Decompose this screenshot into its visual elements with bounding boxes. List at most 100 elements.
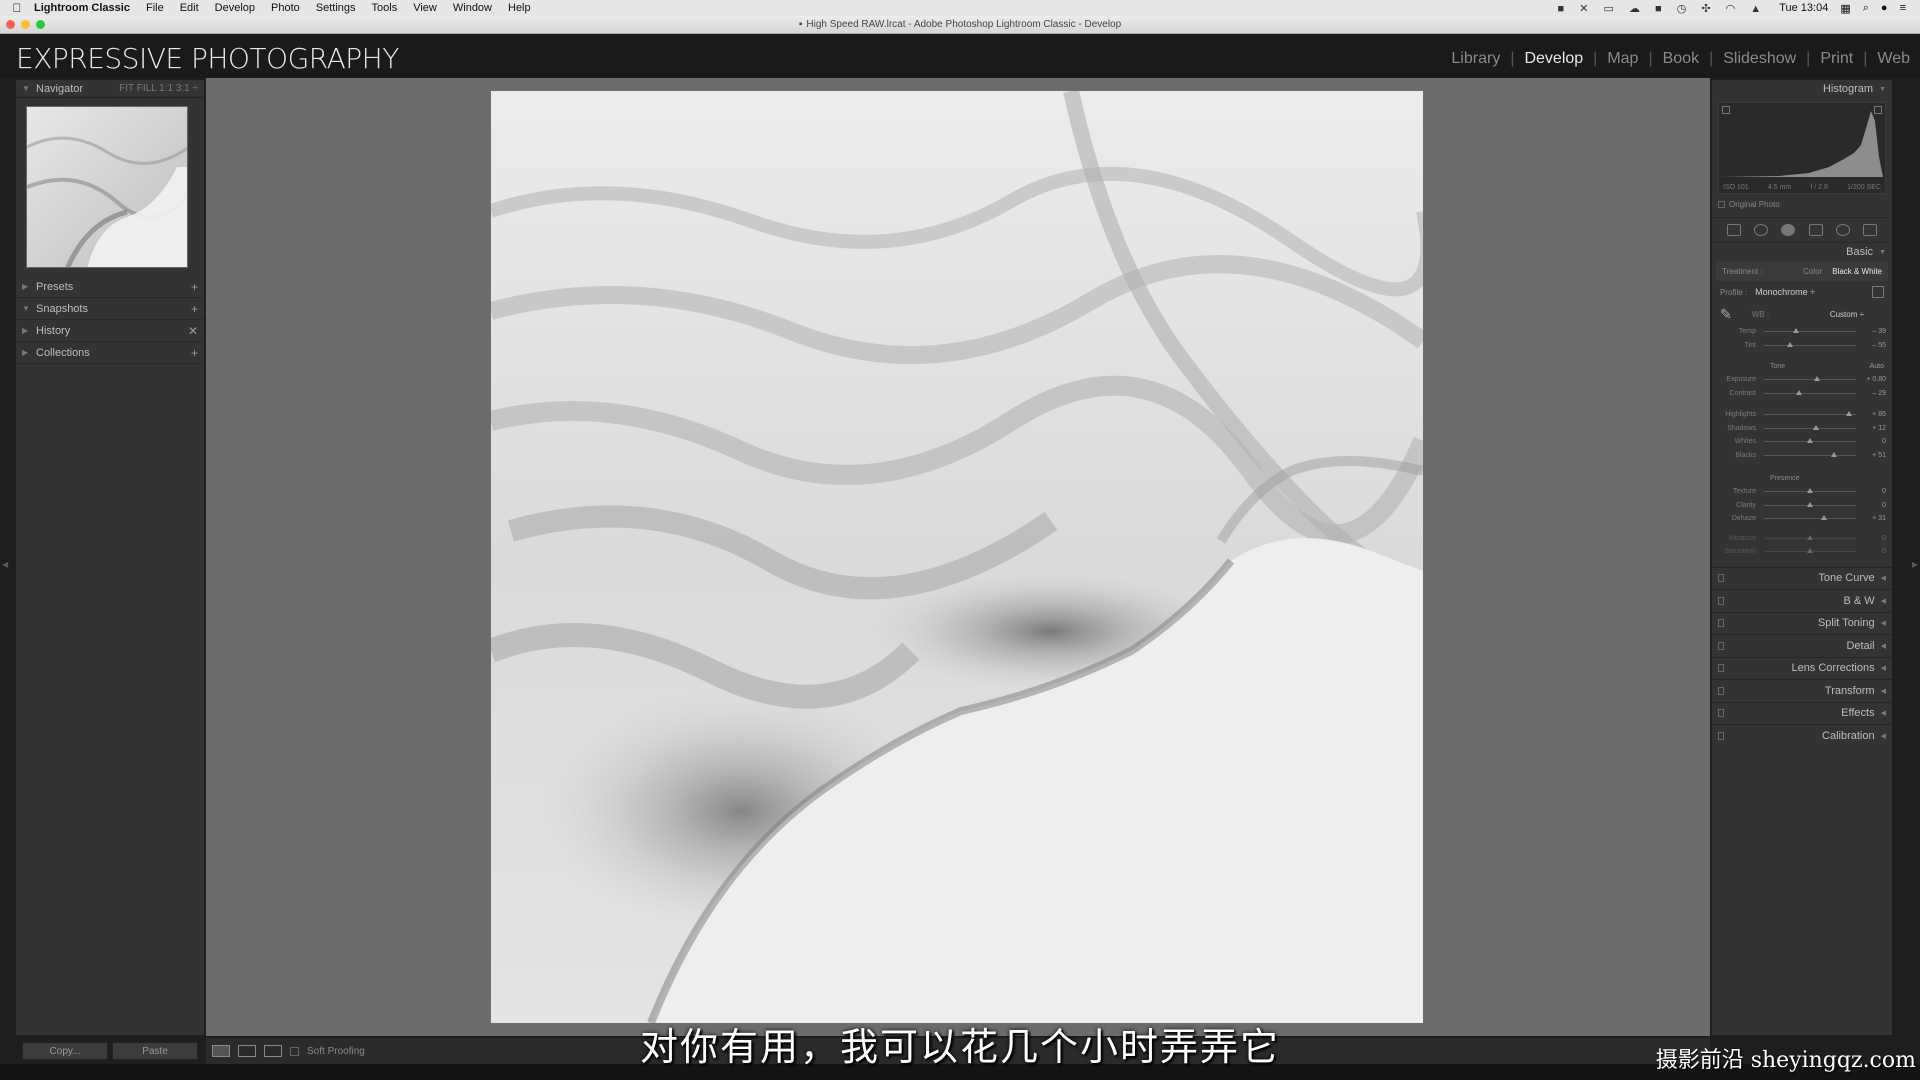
- apple-icon[interactable]: : [0, 1, 34, 15]
- clarity-slider[interactable]: Clarity 0: [1712, 499, 1892, 513]
- slider-knob[interactable]: [1786, 341, 1793, 347]
- slider-track[interactable]: [1764, 438, 1856, 444]
- panel-toggle-switch[interactable]: [1718, 731, 1724, 740]
- minimize-window-button[interactable]: [21, 20, 30, 29]
- wb-select[interactable]: Custom ÷: [1830, 310, 1864, 319]
- menubar-clock[interactable]: Tue 13:04: [1779, 2, 1828, 14]
- menu-tools[interactable]: Tools: [372, 2, 398, 14]
- slider-track[interactable]: [1764, 341, 1856, 347]
- menu-help[interactable]: Help: [508, 2, 531, 14]
- slider-knob[interactable]: [1830, 451, 1837, 457]
- panel-toggle-switch[interactable]: [1718, 709, 1724, 718]
- slider-value[interactable]: 0: [1864, 488, 1886, 495]
- detail-panel-header[interactable]: Detail ◀: [1712, 634, 1892, 657]
- profile-select[interactable]: Monochrome ÷: [1755, 287, 1815, 297]
- effects-panel-header[interactable]: Effects ◀: [1712, 701, 1892, 725]
- lens-corrections-panel-header[interactable]: Lens Corrections ◀: [1712, 656, 1892, 680]
- temp-slider[interactable]: Temp – 39: [1712, 325, 1892, 339]
- clear-history-icon[interactable]: ✕: [188, 324, 198, 338]
- slider-knob[interactable]: [1814, 376, 1821, 382]
- slider-track[interactable]: [1764, 411, 1856, 417]
- module-web[interactable]: Web: [1867, 50, 1910, 68]
- treatment-color-option[interactable]: Color: [1803, 267, 1822, 276]
- history-panel-header[interactable]: ▶ History ✕: [16, 320, 204, 342]
- navigator-header[interactable]: ▼ Navigator FIT FILL 1:1 3:1 ÷: [16, 80, 204, 98]
- slider-track[interactable]: [1764, 376, 1856, 382]
- slider-track[interactable]: [1764, 328, 1856, 334]
- menu-develop[interactable]: Develop: [215, 2, 255, 14]
- adjustment-brush-icon[interactable]: [1863, 224, 1878, 236]
- slider-knob[interactable]: [1795, 389, 1802, 395]
- blacks-slider[interactable]: Blacks + 51: [1712, 449, 1892, 463]
- status-icons[interactable]: ■ ✕ ▭ ☁ ■ ◷ ✣ ◠ ▲: [1558, 2, 1768, 15]
- shadows-slider[interactable]: Shadows + 12: [1712, 422, 1892, 436]
- slider-track[interactable]: [1764, 515, 1856, 521]
- slider-value[interactable]: 0: [1864, 438, 1886, 445]
- split-toning-panel-header[interactable]: Split Toning ◀: [1712, 611, 1892, 635]
- checkbox[interactable]: [1718, 201, 1725, 208]
- slider-value[interactable]: – 29: [1864, 390, 1886, 397]
- calibration-panel-header[interactable]: Calibration ◀: [1712, 724, 1892, 747]
- panel-toggle-switch[interactable]: [1718, 574, 1724, 583]
- navigator-zoom-options[interactable]: FIT FILL 1:1 3:1 ÷: [119, 83, 198, 94]
- slider-value[interactable]: – 55: [1864, 342, 1886, 349]
- slider-value[interactable]: + 12: [1864, 425, 1886, 432]
- slider-knob[interactable]: [1807, 438, 1813, 444]
- search-icon[interactable]: ⌕: [1863, 2, 1869, 15]
- slider-knob[interactable]: [1807, 488, 1813, 494]
- profile-browser-icon[interactable]: [1872, 286, 1884, 298]
- slider-track[interactable]: [1764, 451, 1856, 457]
- contrast-slider[interactable]: Contrast – 29: [1712, 387, 1892, 401]
- texture-slider[interactable]: Texture 0: [1712, 485, 1892, 499]
- collections-panel-header[interactable]: ▶ Collections +: [16, 342, 204, 364]
- wb-eyedropper-icon[interactable]: ✎: [1720, 306, 1732, 323]
- panel-toggle-switch[interactable]: [1718, 664, 1724, 673]
- slider-value[interactable]: + 0.80: [1864, 376, 1886, 383]
- flag-icon[interactable]: ▦: [1840, 2, 1850, 15]
- menu-app-name[interactable]: Lightroom Classic: [34, 2, 130, 14]
- add-snapshot-icon[interactable]: +: [191, 302, 198, 316]
- transform-panel-header[interactable]: Transform ◀: [1712, 679, 1892, 702]
- tone-curve-panel-header[interactable]: Tone Curve ◀: [1712, 566, 1892, 590]
- graduated-filter-icon[interactable]: [1808, 224, 1823, 236]
- panel-toggle-switch[interactable]: [1718, 641, 1724, 650]
- module-map[interactable]: Map: [1597, 50, 1648, 68]
- user-icon[interactable]: ●: [1881, 2, 1888, 14]
- dehaze-slider[interactable]: Dehaze + 31: [1712, 512, 1892, 526]
- image-canvas[interactable]: [206, 78, 1710, 1036]
- menu-edit[interactable]: Edit: [180, 2, 199, 14]
- left-panel-toggle-icon[interactable]: ◀: [2, 560, 8, 569]
- slider-value[interactable]: 0: [1864, 502, 1886, 509]
- menu-list-icon[interactable]: ≡: [1900, 2, 1906, 14]
- menu-photo[interactable]: Photo: [271, 2, 300, 14]
- main-photo[interactable]: [491, 91, 1423, 1023]
- slider-track[interactable]: [1764, 389, 1856, 395]
- histogram-graph[interactable]: ISO 101 4.5 mm f / 2.8 1/200 SEC: [1718, 102, 1886, 194]
- snapshots-panel-header[interactable]: ▼ Snapshots +: [16, 298, 204, 320]
- add-collection-icon[interactable]: +: [191, 346, 198, 360]
- slider-value[interactable]: – 39: [1864, 328, 1886, 335]
- histogram-header[interactable]: Histogram ▼: [1712, 80, 1892, 98]
- menu-settings[interactable]: Settings: [316, 2, 356, 14]
- panel-toggle-switch[interactable]: [1718, 686, 1724, 695]
- module-library[interactable]: Library: [1441, 50, 1510, 68]
- module-slideshow[interactable]: Slideshow: [1713, 50, 1806, 68]
- tint-slider[interactable]: Tint – 55: [1712, 339, 1892, 353]
- add-preset-icon[interactable]: +: [191, 280, 198, 294]
- slider-knob[interactable]: [1845, 411, 1852, 417]
- module-book[interactable]: Book: [1653, 50, 1709, 68]
- module-develop[interactable]: Develop: [1514, 50, 1593, 68]
- original-photo-toggle[interactable]: Original Photo: [1712, 198, 1892, 211]
- slider-value[interactable]: + 51: [1864, 452, 1886, 459]
- slider-track[interactable]: [1764, 501, 1856, 507]
- bw-panel-header[interactable]: B & W ◀: [1712, 589, 1892, 612]
- menu-view[interactable]: View: [413, 2, 437, 14]
- crop-tool-icon[interactable]: [1726, 224, 1741, 236]
- slider-value[interactable]: + 31: [1864, 515, 1886, 522]
- treatment-bw-option[interactable]: Black & White: [1832, 267, 1882, 276]
- presets-panel-header[interactable]: ▶ Presets +: [16, 276, 204, 298]
- panel-toggle-switch[interactable]: [1718, 619, 1724, 628]
- slider-knob[interactable]: [1812, 424, 1819, 430]
- close-window-button[interactable]: [6, 20, 15, 29]
- slider-value[interactable]: + 85: [1864, 411, 1886, 418]
